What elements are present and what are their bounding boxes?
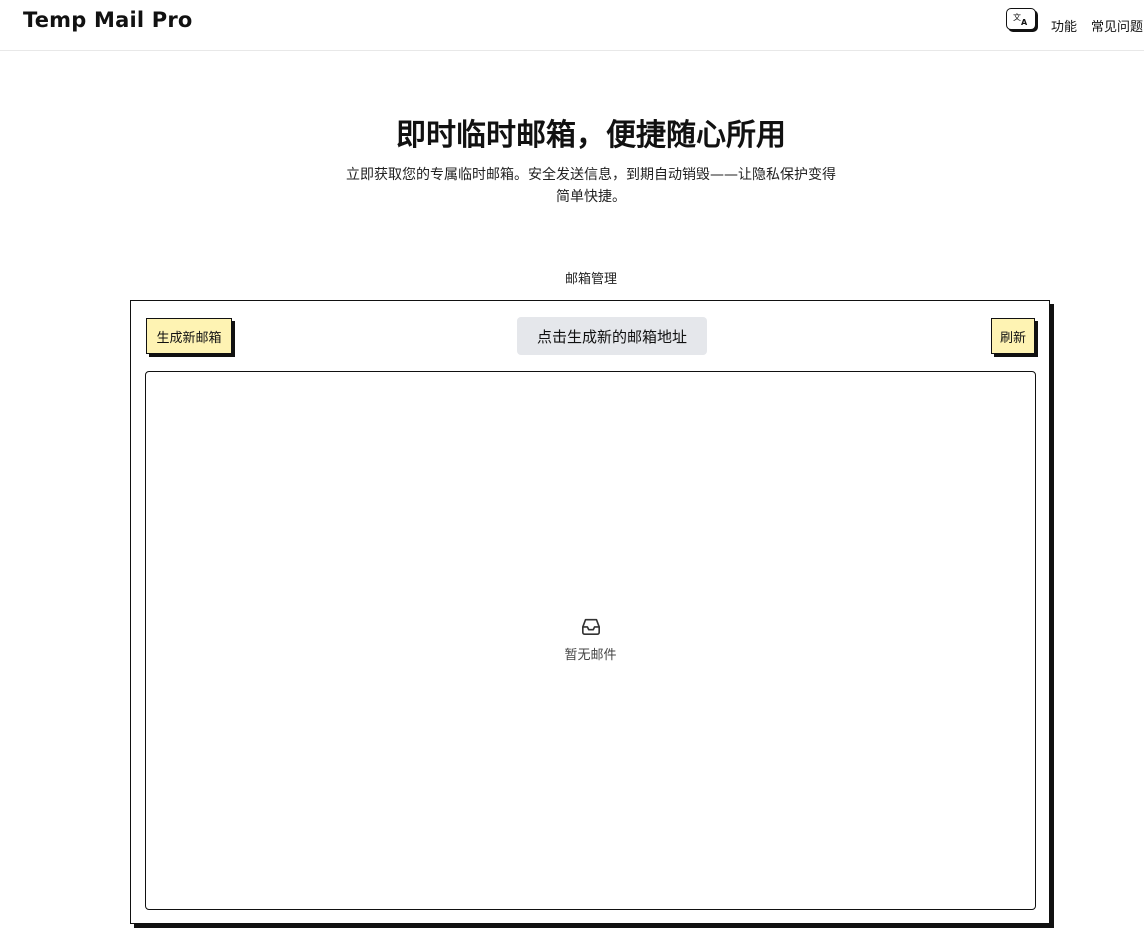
generate-mailbox-button[interactable]: 生成新邮箱 (146, 318, 232, 354)
mailbox-section-label: 邮箱管理 (564, 272, 617, 287)
hero-title: 即时临时邮箱，便捷随心所用 (396, 118, 786, 153)
hero-subtitle: 立即获取您的专属临时邮箱。安全发送信息，到期自动销毁——让隐私保护变得 简单快捷… (300, 164, 882, 208)
empty-inbox-state: 暂无邮件 (146, 616, 1035, 663)
top-header: Temp Mail Pro 文 A 功能 常见问题 (0, 0, 1144, 51)
top-nav: 功能 常见问题 (1051, 16, 1143, 35)
email-address-display[interactable]: 点击生成新的邮箱地址 (517, 317, 707, 355)
svg-text:文: 文 (1013, 12, 1021, 22)
inbox-list: 暂无邮件 (145, 371, 1036, 910)
nav-features[interactable]: 功能 (1051, 16, 1077, 35)
language-switch-button[interactable]: 文 A (1006, 8, 1036, 30)
hero-subtitle-line-2: 简单快捷。 (556, 189, 626, 205)
nav-faq[interactable]: 常见问题 (1091, 16, 1143, 35)
empty-inbox-text: 暂无邮件 (564, 648, 617, 663)
svg-text:A: A (1021, 18, 1028, 26)
inbox-icon (581, 618, 600, 635)
brand-logo[interactable]: Temp Mail Pro (23, 8, 193, 32)
translate-icon: 文 A (1013, 12, 1028, 26)
mailbox-panel: 生成新邮箱 点击生成新的邮箱地址 刷新 暂无邮件 (130, 300, 1050, 924)
refresh-button[interactable]: 刷新 (991, 318, 1035, 354)
hero-subtitle-line-1: 立即获取您的专属临时邮箱。安全发送信息，到期自动销毁——让隐私保护变得 (346, 167, 836, 183)
